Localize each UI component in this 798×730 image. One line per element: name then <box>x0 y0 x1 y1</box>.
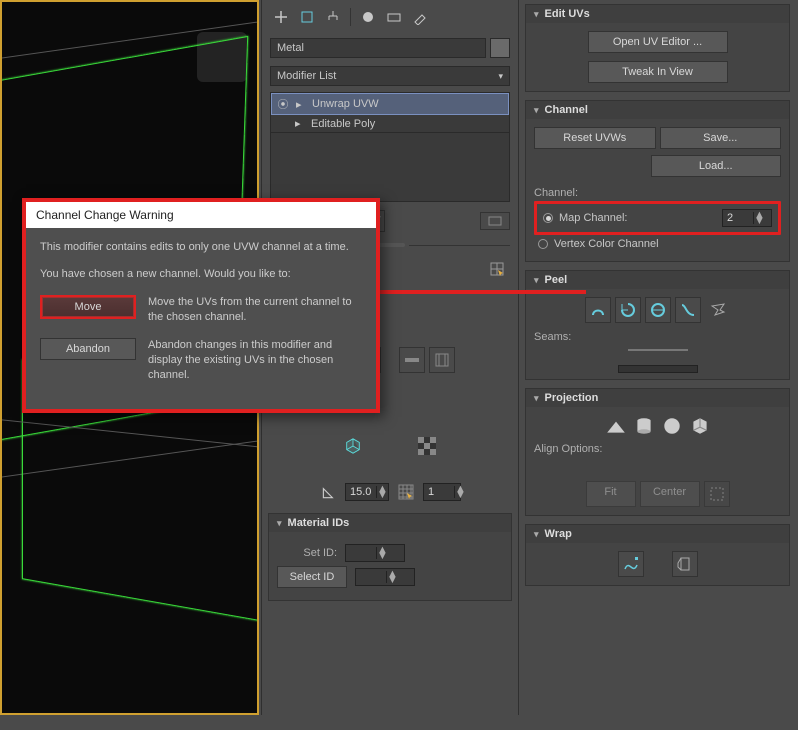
channel-change-warning-dialog: Channel Change Warning This modifier con… <box>22 198 380 413</box>
grid-snap-icon[interactable] <box>395 479 417 505</box>
map-channel-radio-row[interactable]: Map Channel: ▲▼ <box>539 206 776 230</box>
modifier-stack[interactable]: ⦿ ▸ Unwrap UVW ▸ Editable Poly <box>270 92 510 202</box>
visibility-icon[interactable] <box>275 118 289 130</box>
checker-preview-icon[interactable] <box>414 433 440 459</box>
load-button[interactable]: Load... <box>651 155 782 177</box>
modifier-row-unwrap[interactable]: ⦿ ▸ Unwrap UVW <box>271 93 509 115</box>
cube-preview-icon[interactable] <box>340 433 366 459</box>
peel-rollout: Peel Seams: <box>525 270 790 380</box>
object-color-swatch[interactable] <box>490 38 510 58</box>
rollout-header[interactable]: Channel <box>526 101 789 119</box>
step-spinner[interactable]: ▲▼ <box>423 483 461 501</box>
open-uv-editor-button[interactable]: Open UV Editor ... <box>588 31 728 53</box>
vertex-color-radio[interactable] <box>538 239 548 249</box>
peel-reset-icon[interactable] <box>615 297 641 323</box>
element-select-icon[interactable] <box>484 256 510 282</box>
abandon-description: Abandon changes in this modifier and dis… <box>148 338 362 383</box>
wrap-unfold-icon[interactable] <box>672 551 698 577</box>
modifier-label: Editable Poly <box>311 118 375 130</box>
peel-lscm-icon[interactable] <box>705 297 731 323</box>
create-tab-icon[interactable] <box>270 6 292 28</box>
save-button[interactable]: Save... <box>660 127 782 149</box>
projection-rollout: Projection Align Options: Fit Center <box>525 388 790 516</box>
cylindrical-projection-icon[interactable] <box>633 415 655 437</box>
annotation-connector <box>376 290 586 294</box>
center-button[interactable]: Center <box>640 481 700 507</box>
hierarchy-tab-icon[interactable] <box>322 6 344 28</box>
seams-label: Seams: <box>534 331 781 343</box>
select-id-spinner[interactable]: ▲▼ <box>355 568 415 586</box>
modifier-list-dropdown[interactable]: Modifier List <box>270 66 510 86</box>
vertex-color-radio-row[interactable]: Vertex Color Channel <box>534 235 781 253</box>
rollout-header[interactable]: Material IDs <box>269 514 511 532</box>
abandon-button[interactable]: Abandon <box>40 338 136 360</box>
planar-projection-icon[interactable] <box>605 415 627 437</box>
modifier-row-editable-poly[interactable]: ▸ Editable Poly <box>271 115 509 133</box>
reset-uvws-button[interactable]: Reset UVWs <box>534 127 656 149</box>
dialog-text-2: You have chosen a new channel. Would you… <box>40 267 362 282</box>
material-ids-rollout: Material IDs Set ID: ▲▼ Select ID ▲▼ <box>268 513 512 601</box>
peel-pelt-icon[interactable] <box>645 297 671 323</box>
display-tab-icon[interactable] <box>383 6 405 28</box>
dialog-text-1: This modifier contains edits to only one… <box>40 240 362 255</box>
dialog-title: Channel Change Warning <box>26 202 376 228</box>
set-id-spinner[interactable]: ▲▼ <box>345 544 405 562</box>
rollout-header[interactable]: Peel <box>526 271 789 289</box>
ring-selection-icon[interactable] <box>429 347 455 373</box>
move-button[interactable]: Move <box>40 295 136 319</box>
wrap-spline-icon[interactable] <box>618 551 644 577</box>
map-channel-label: Map Channel: <box>559 212 628 224</box>
modifier-label: Unwrap UVW <box>312 98 379 110</box>
set-id-label: Set ID: <box>277 547 337 559</box>
modify-tab-icon[interactable] <box>296 6 318 28</box>
peel-quick-icon[interactable] <box>585 297 611 323</box>
fit-button[interactable]: Fit <box>586 481 636 507</box>
map-channel-radio[interactable] <box>543 213 553 223</box>
peel-relax-icon[interactable] <box>675 297 701 323</box>
rollout-header[interactable]: Wrap <box>526 525 789 543</box>
stack-options-icon[interactable] <box>480 212 510 230</box>
vertex-color-label: Vertex Color Channel <box>554 238 659 250</box>
align-view-icon[interactable] <box>704 481 730 507</box>
command-panel-tabs <box>262 0 518 34</box>
wrap-rollout: Wrap <box>525 524 790 586</box>
loop-selection-icon[interactable] <box>399 347 425 373</box>
edit-uvs-rollout: Edit UVs Open UV Editor ... Tweak In Vie… <box>525 4 790 92</box>
map-channel-spinner[interactable]: ▲▼ <box>722 209 772 227</box>
box-projection-icon[interactable] <box>689 415 711 437</box>
motion-tab-icon[interactable] <box>357 6 379 28</box>
utilities-tab-icon[interactable] <box>409 6 431 28</box>
rollout-header[interactable]: Edit UVs <box>526 5 789 23</box>
map-channel-highlight: Map Channel: ▲▼ <box>534 201 781 235</box>
angle-spinner[interactable]: ▲▼ <box>345 483 389 501</box>
tweak-in-view-button[interactable]: Tweak In View <box>588 61 728 83</box>
visibility-icon[interactable]: ⦿ <box>276 96 290 112</box>
expand-icon[interactable]: ▸ <box>296 98 306 111</box>
channel-rollout: Channel Reset UVWs Save... Load... Chann… <box>525 100 790 262</box>
align-options-label: Align Options: <box>534 443 781 455</box>
move-description: Move the UVs from the current channel to… <box>148 295 362 325</box>
select-id-button[interactable]: Select ID <box>277 566 347 588</box>
spherical-projection-icon[interactable] <box>661 415 683 437</box>
scroll-indicator[interactable] <box>618 365 698 373</box>
channel-label: Channel: <box>534 187 781 199</box>
expand-icon[interactable]: ▸ <box>295 117 305 130</box>
rollout-header[interactable]: Projection <box>526 389 789 407</box>
command-panel-right: Edit UVs Open UV Editor ... Tweak In Vie… <box>519 0 796 715</box>
object-name-input[interactable]: Metal <box>270 38 486 58</box>
angle-icon <box>319 479 339 505</box>
